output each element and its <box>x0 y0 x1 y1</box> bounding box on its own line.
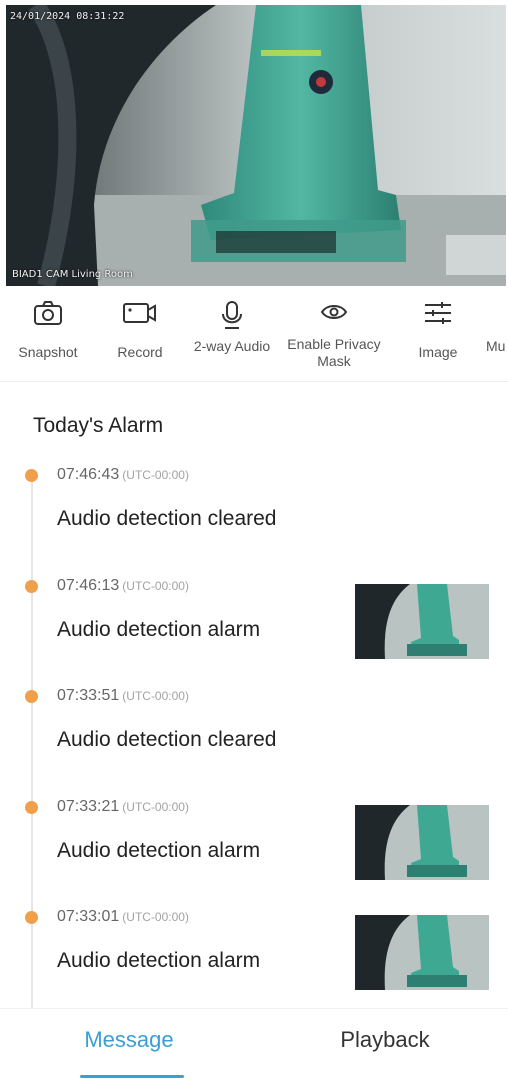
alarm-time: 07:33:21 (UTC-00:00) <box>57 798 189 815</box>
timeline-dot <box>25 580 38 593</box>
eye-icon <box>274 290 394 334</box>
alarm-item[interactable]: 07:33:01 (UTC-00:00) Audio detection alar… <box>0 905 508 1015</box>
timeline-dot <box>25 690 38 703</box>
alarm-description: Audio detection alarm <box>57 839 261 862</box>
active-tab-indicator <box>80 1075 184 1078</box>
camera-live-view[interactable]: 24/01/2024 08:31:22 BIAD1 CAM Living Roo… <box>6 5 506 286</box>
alarm-thumbnail[interactable] <box>355 915 489 990</box>
more-icon <box>480 290 508 334</box>
alarm-description: Audio detection alarm <box>57 618 261 641</box>
alarm-description: Audio detection alarm <box>57 949 261 972</box>
alarm-time: 07:46:13 (UTC-00:00) <box>57 577 189 594</box>
bottom-tab-bar: Message Playback <box>0 1008 508 1079</box>
feed-timestamp: 24/01/2024 08:31:22 <box>10 11 125 22</box>
camera-toolbar: Snapshot Record 2-way Audio Enable Priva… <box>0 290 508 382</box>
more-label: Mu <box>486 338 506 354</box>
two-way-audio-button[interactable]: 2-way Audio <box>184 290 280 381</box>
snapshot-button[interactable]: Snapshot <box>0 290 96 381</box>
alarm-time: 07:33:51 (UTC-00:00) <box>57 687 189 704</box>
alarm-thumbnail[interactable] <box>355 584 489 659</box>
feed-camera-label: BIAD1 CAM Living Room <box>12 269 133 280</box>
alarm-time: 07:46:43 (UTC-00:00) <box>57 466 189 483</box>
privacy-mask-button[interactable]: Enable Privacy Mask <box>274 290 394 381</box>
timeline-dot <box>25 911 38 924</box>
timeline-dot <box>25 801 38 814</box>
tab-playback[interactable]: Playback <box>305 1027 465 1053</box>
sliders-icon <box>390 290 486 334</box>
more-button[interactable]: Mu <box>480 290 508 381</box>
alarm-item[interactable]: 07:33:21 (UTC-00:00) Audio detection alar… <box>0 795 508 905</box>
video-icon <box>92 290 188 334</box>
privacy-mask-label: Enable Privacy Mask <box>287 336 381 369</box>
image-settings-label: Image <box>418 344 458 360</box>
camera-scene <box>6 5 506 286</box>
alarm-item[interactable]: 07:46:43 (UTC-00:00) Audio detection clea… <box>0 463 508 573</box>
alarm-item[interactable]: 07:46:13 (UTC-00:00) Audio detection alar… <box>0 574 508 684</box>
timeline-dot <box>25 469 38 482</box>
image-settings-button[interactable]: Image <box>390 290 486 381</box>
alarm-section-title: Today's Alarm <box>33 414 164 437</box>
alarm-description: Audio detection cleared <box>57 728 277 751</box>
tab-message[interactable]: Message <box>49 1027 209 1053</box>
alarm-thumbnail[interactable] <box>355 805 489 880</box>
camera-icon <box>0 290 96 334</box>
alarm-time: 07:33:01 (UTC-00:00) <box>57 908 189 925</box>
record-button[interactable]: Record <box>92 290 188 381</box>
alarm-item[interactable]: 07:33:51 (UTC-00:00) Audio detection clea… <box>0 684 508 794</box>
microphone-icon <box>184 290 280 334</box>
record-label: Record <box>117 344 163 360</box>
snapshot-label: Snapshot <box>18 344 78 360</box>
alarm-description: Audio detection cleared <box>57 507 277 530</box>
two-way-audio-label: 2-way Audio <box>193 338 271 354</box>
